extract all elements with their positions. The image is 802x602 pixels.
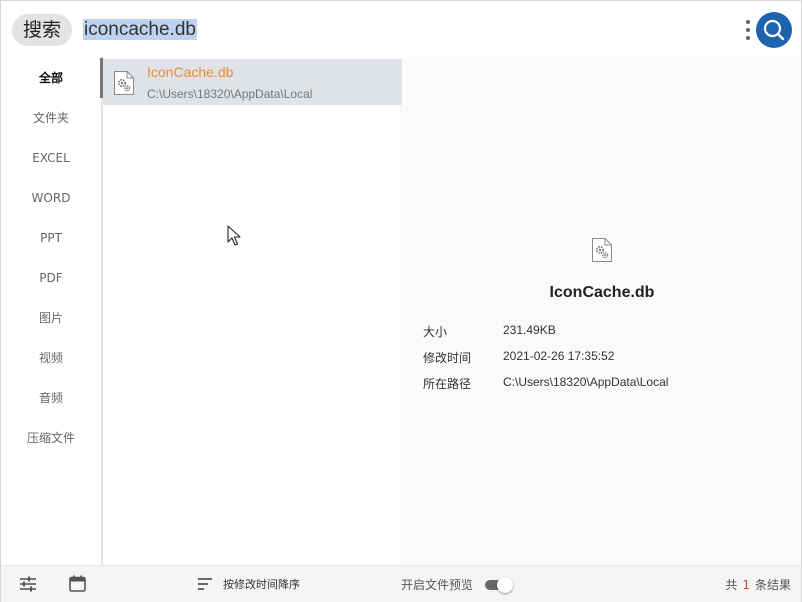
sort-label: 按修改时间降序 — [223, 578, 300, 591]
status-bar: 按修改时间降序 开启文件预览 共 1 条结果 — [1, 565, 801, 602]
preview-settings-file-icon — [591, 237, 613, 268]
sidebar-item-word[interactable]: WORD — [1, 178, 101, 218]
search-icon — [763, 19, 785, 41]
sidebar-item-pdf[interactable]: PDF — [1, 258, 101, 298]
filter-settings-icon[interactable] — [19, 576, 37, 597]
sidebar-item-audio[interactable]: 音频 — [1, 378, 101, 418]
result-row[interactable]: IconCache.db C:\Users\18320\AppData\Loca… — [103, 59, 402, 105]
preview-modified-value: 2021-02-26 17:35:52 — [503, 349, 615, 363]
preview-file-title: IconCache.db — [549, 284, 655, 301]
result-list: IconCache.db C:\Users\18320\AppData\Loca… — [103, 57, 402, 565]
preview-size-value: 231.49KB — [503, 323, 556, 337]
preview-size-label: 大小 — [423, 325, 448, 339]
sidebar-item-images[interactable]: 图片 — [1, 298, 101, 338]
settings-file-icon — [113, 70, 135, 101]
file-preview-panel: IconCache.db 大小 231.49KB 修改时间 2021-02-26… — [403, 57, 801, 565]
search-scope-label[interactable]: 搜索 — [12, 14, 72, 46]
sidebar-item-ppt[interactable]: PPT — [1, 218, 101, 258]
app-window: 搜索 iconcache.db 全部 文件夹 EXCEL WORD PPT PD… — [0, 0, 802, 602]
result-file-path: C:\Users\18320\AppData\Local — [147, 87, 313, 101]
sidebar-item-folder[interactable]: 文件夹 — [1, 98, 101, 138]
preview-modified-label: 修改时间 — [423, 351, 472, 365]
sidebar-item-archives[interactable]: 压缩文件 — [1, 418, 101, 458]
category-sidebar: 全部 文件夹 EXCEL WORD PPT PDF 图片 视频 音频 压缩文件 — [1, 57, 101, 565]
search-bar: 搜索 iconcache.db — [1, 1, 801, 57]
sidebar-item-excel[interactable]: EXCEL — [1, 138, 101, 178]
calendar-icon[interactable] — [69, 575, 86, 597]
preview-toggle-switch[interactable] — [485, 577, 513, 593]
sidebar-item-all[interactable]: 全部 — [1, 58, 101, 98]
preview-toggle-label: 开启文件预览 — [401, 578, 474, 592]
sidebar-item-video[interactable]: 视频 — [1, 338, 101, 378]
sort-icon — [198, 578, 212, 590]
search-button[interactable] — [756, 12, 792, 48]
search-input[interactable]: iconcache.db — [83, 17, 197, 43]
result-count-number: 1 — [742, 578, 750, 592]
search-query-text: iconcache.db — [83, 19, 197, 40]
mouse-cursor-icon — [227, 225, 241, 246]
result-count: 共 1 条结果 — [725, 576, 791, 593]
more-options-icon[interactable] — [743, 18, 753, 44]
preview-path-label: 所在路径 — [423, 377, 472, 391]
result-count-prefix: 共 — [725, 578, 738, 592]
preview-path-value: C:\Users\18320\AppData\Local — [503, 375, 669, 389]
result-file-name: IconCache.db — [147, 64, 234, 80]
result-count-suffix: 条结果 — [754, 578, 791, 592]
